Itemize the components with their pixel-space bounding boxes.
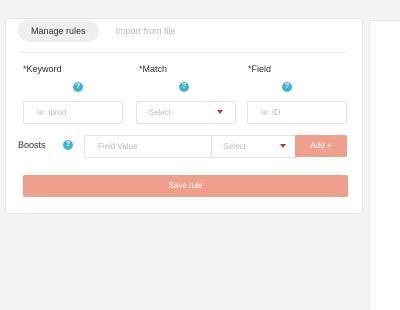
match-select-value: -Select- (146, 108, 174, 117)
match-label: *Match (139, 64, 168, 74)
boosts-help-icon[interactable]: ? (63, 140, 73, 150)
keyword-input[interactable]: Ie: Iprod (23, 101, 123, 124)
chevron-down-icon (217, 110, 223, 114)
boost-select[interactable]: -Select- (211, 135, 296, 158)
add-boost-button[interactable]: Add + (295, 135, 347, 157)
field-help-icon[interactable]: ? (282, 82, 292, 92)
keyword-label: *Keyword (23, 64, 62, 74)
tabs-divider (18, 52, 346, 53)
keyword-help-icon[interactable]: ? (73, 82, 83, 92)
tab-import-from-file[interactable]: Import from file (103, 20, 189, 42)
field-input[interactable]: Ie: ID (247, 101, 347, 124)
match-select[interactable]: -Select- (136, 101, 236, 124)
field-label: *Field (248, 64, 272, 74)
match-help-icon[interactable]: ? (179, 82, 189, 92)
tab-manage-rules[interactable]: Manage rules (18, 20, 99, 42)
save-rule-button[interactable]: Save rule (23, 175, 348, 197)
boost-select-value: -Select- (221, 142, 249, 151)
boost-field-value-input[interactable]: Field Value (84, 135, 212, 158)
boosts-label: Boosts (18, 140, 46, 150)
side-panel (369, 20, 400, 310)
rule-tabs: Manage rules Import from file (18, 20, 193, 42)
chevron-down-icon (280, 144, 286, 148)
